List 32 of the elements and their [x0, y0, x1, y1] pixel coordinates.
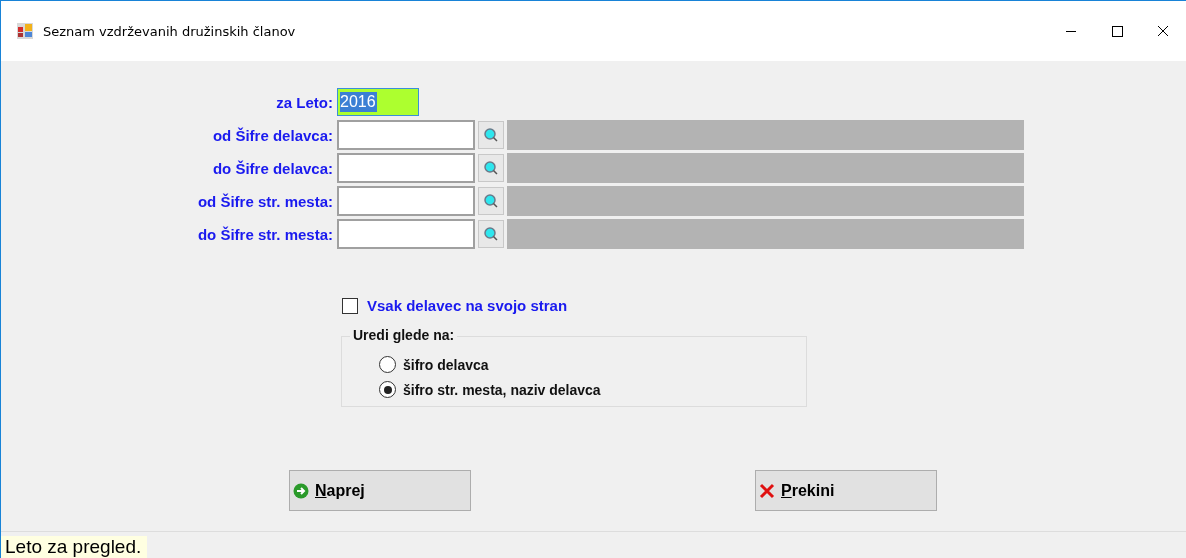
arrow-right-icon	[293, 482, 309, 499]
lookup-button[interactable]	[478, 121, 504, 149]
input-field[interactable]	[337, 120, 475, 150]
field-label: od Šifre str. mesta:	[196, 192, 334, 210]
input-field[interactable]	[337, 219, 475, 249]
year-field[interactable]: 2016	[337, 88, 419, 116]
lookup-button[interactable]	[478, 154, 504, 182]
field-label: za Leto:	[275, 93, 334, 111]
radio-button[interactable]	[379, 381, 396, 398]
field-label: do Šifre delavca:	[211, 159, 334, 177]
radio-label[interactable]: šifro str. mesta, naziv delavca	[403, 381, 601, 398]
input-field[interactable]	[337, 186, 475, 216]
checkbox-label[interactable]: Vsak delavec na svojo stran	[367, 297, 568, 314]
field-label: od Šifre delavca:	[211, 126, 334, 144]
radio-label[interactable]: šifro delavca	[403, 356, 489, 373]
search-icon	[483, 193, 499, 209]
search-icon	[483, 127, 499, 143]
status-text: Leto za pregled.	[1, 536, 148, 558]
cross-icon	[759, 482, 775, 499]
input-field[interactable]	[337, 153, 475, 183]
lookup-button[interactable]	[478, 220, 504, 248]
dialog-button[interactable]: Prekini	[755, 470, 937, 511]
field-label: do Šifre str. mesta:	[196, 225, 334, 243]
dialog-button[interactable]: Naprej	[289, 470, 471, 511]
search-icon	[483, 226, 499, 242]
group-title: Uredi glede na:	[350, 327, 458, 343]
checkbox[interactable]	[342, 297, 358, 314]
window-title: Seznam vzdrževanih družinskih članov	[43, 23, 296, 39]
app-icon	[17, 23, 33, 39]
lookup-button[interactable]	[478, 187, 504, 215]
radio-button[interactable]	[379, 356, 396, 373]
search-icon	[483, 160, 499, 176]
